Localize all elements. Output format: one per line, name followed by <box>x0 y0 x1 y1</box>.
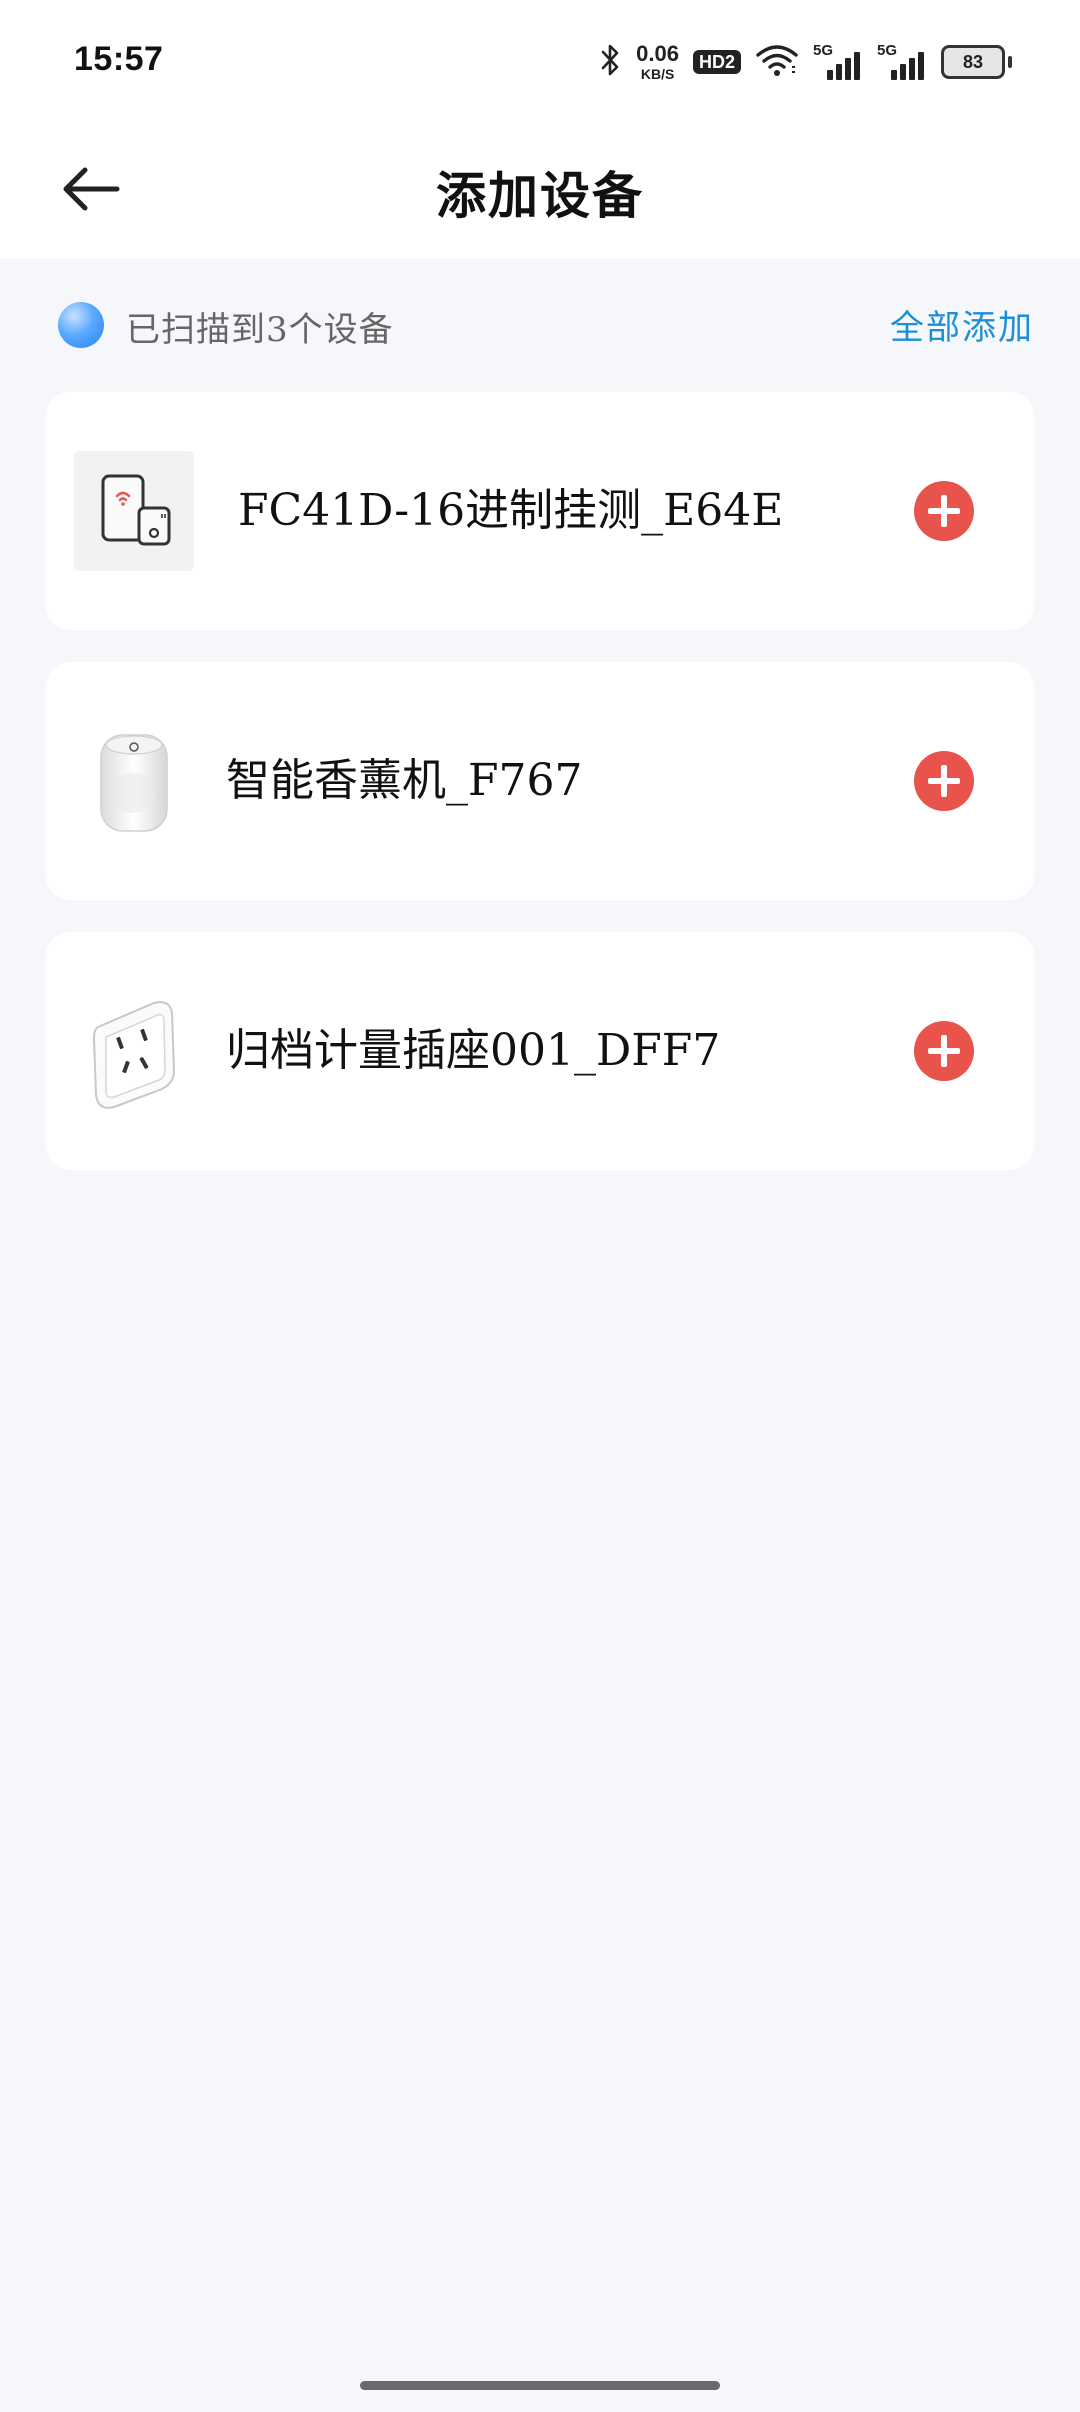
device-name: FC41D-16进制挂测_E64E <box>238 485 784 536</box>
page-title: 添加设备 <box>436 166 644 225</box>
scanning-spinner-icon <box>58 302 104 348</box>
status-time: 15:57 <box>74 40 164 78</box>
device-card[interactable]: 归档计量插座001_DFF7 <box>46 932 1034 1170</box>
bluetooth-icon <box>598 43 622 81</box>
network-speed-value: 0.06 <box>636 41 679 66</box>
device-name: 智能香薰机_F767 <box>226 755 583 806</box>
network-speed: 0.06 KB/S <box>636 41 679 82</box>
home-indicator[interactable] <box>360 2381 720 2390</box>
aroma-diffuser-icon <box>74 721 194 841</box>
battery-level: 83 <box>941 45 1005 79</box>
wifi-icon <box>755 43 799 81</box>
add-device-button[interactable] <box>914 751 974 811</box>
add-device-button[interactable] <box>914 1021 974 1081</box>
network-speed-unit: KB/S <box>640 66 675 82</box>
signal-icon: 5G <box>813 42 863 80</box>
device-card[interactable]: FC41D-16进制挂测_E64E <box>46 392 1034 630</box>
scan-status-row: 已扫描到3个设备 全部添加 <box>0 290 1080 362</box>
device-name: 归档计量插座001_DFF7 <box>226 1025 721 1076</box>
hd-voice-icon: HD2 <box>692 50 741 74</box>
device-list: FC41D-16进制挂测_E64E 智能香薰机_F767 归档计量插座001_D… <box>46 392 1034 1202</box>
phone-tablet-wifi-icon <box>74 451 194 571</box>
smart-plug-icon <box>74 991 194 1111</box>
battery-icon: 83 <box>941 45 1012 79</box>
add-device-button[interactable] <box>914 481 974 541</box>
status-icons: 0.06 KB/S HD2 5G 5G 83 <box>598 36 1012 88</box>
app-header: 添加设备 <box>0 128 1080 258</box>
device-card[interactable]: 智能香薰机_F767 <box>46 662 1034 900</box>
scan-status-text: 已扫描到3个设备 <box>126 310 394 350</box>
status-bar: 15:57 0.06 KB/S HD2 5G 5G 83 <box>0 0 1080 128</box>
signal-icon: 5G <box>877 42 927 80</box>
add-all-button[interactable]: 全部添加 <box>890 300 1034 349</box>
